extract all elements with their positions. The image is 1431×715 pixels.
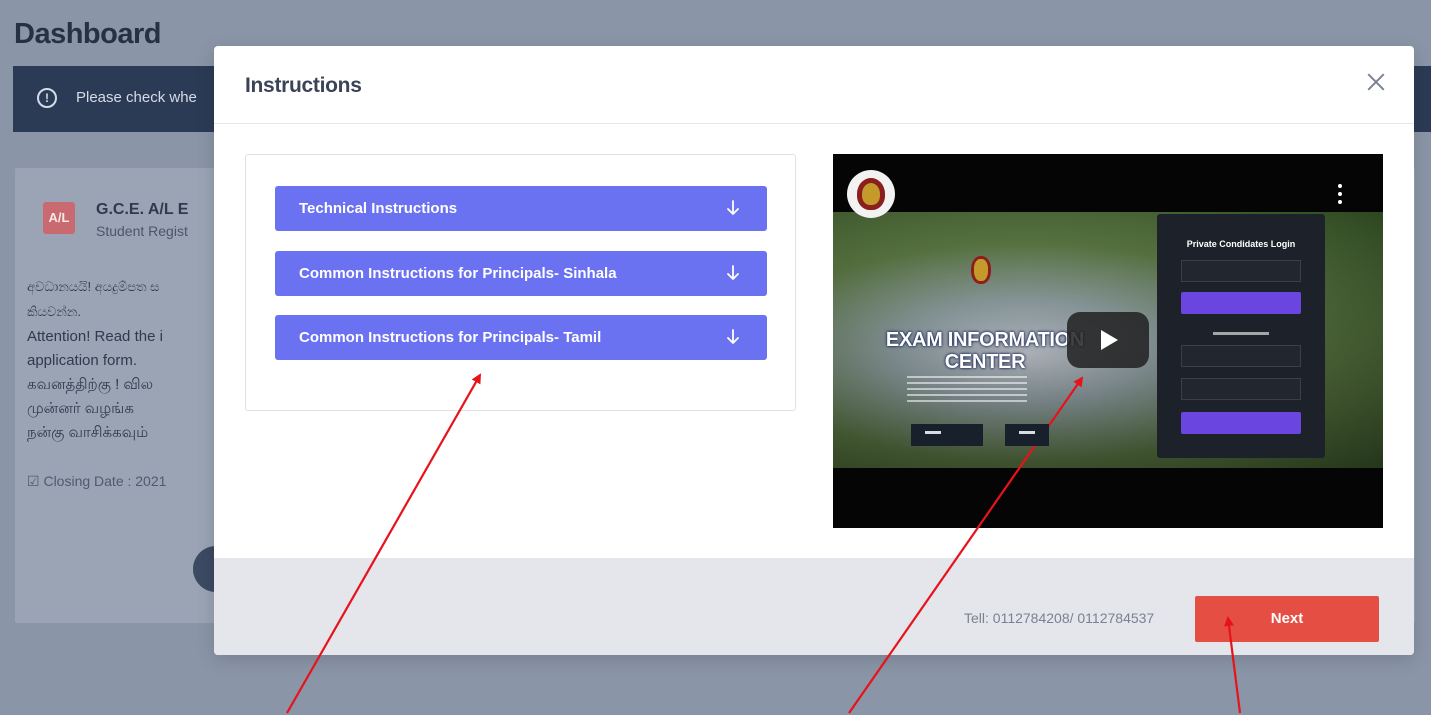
video-thumb-button — [1005, 424, 1049, 446]
video-login-panel: Private Condidates Login — [1157, 214, 1325, 458]
notice-line: application form. — [27, 352, 138, 369]
emblem-icon — [971, 256, 991, 284]
arrow-down-icon — [727, 265, 739, 280]
notice-line: நன்கு வாசிக்கவும் — [27, 424, 149, 441]
contact-phone: Tell: 0112784208/ 0112784537 — [964, 610, 1155, 626]
notice-line: අවධානයයි! අයදුම්පත ස — [27, 279, 160, 294]
notice-line: முன்னர் வழங்க — [27, 400, 134, 417]
info-icon: ! — [37, 88, 57, 108]
instructions-accordion: Technical Instructions Common Instructio… — [245, 154, 796, 411]
exam-subtitle: Student Regist — [96, 223, 188, 239]
modal-footer: Tell: 0112784208/ 0112784537 Next — [214, 558, 1414, 655]
accordion-label: Common Instructions for Principals- Tami… — [299, 329, 602, 346]
arrow-down-icon — [727, 329, 739, 344]
modal-title: Instructions — [245, 74, 362, 97]
play-icon[interactable] — [1067, 312, 1149, 368]
video-panel-field — [1181, 378, 1301, 400]
exam-title: G.C.E. A/L E — [96, 201, 189, 218]
video-panel-button — [1181, 292, 1301, 314]
accordion-principals-sinhala[interactable]: Common Instructions for Principals- Sinh… — [275, 251, 767, 296]
video-panel-button — [1181, 412, 1301, 434]
closing-date: ☑ Closing Date : 2021 — [27, 473, 167, 489]
accordion-label: Technical Instructions — [299, 200, 458, 217]
exam-badge: A/L — [43, 202, 75, 234]
video-panel-field — [1181, 345, 1301, 367]
channel-logo-icon — [847, 170, 895, 218]
close-icon[interactable] — [1362, 68, 1390, 96]
video-thumb-button — [911, 424, 983, 446]
video-description-lines — [907, 376, 1027, 402]
instructions-modal: Instructions Technical Instructions Comm… — [214, 46, 1414, 655]
arrow-down-icon — [727, 200, 739, 215]
notice-line: கவனத்திற்கு ! வில — [27, 376, 154, 393]
accordion-label: Common Instructions for Principals- Sinh… — [299, 265, 617, 282]
notice-line: කියවන්න. — [27, 304, 81, 319]
video-panel-field — [1181, 260, 1301, 282]
video-player[interactable]: EXAM INFORMATION CENTER Private Condidat… — [833, 154, 1383, 528]
modal-header: Instructions — [214, 46, 1414, 124]
alert-text: Please check whe — [76, 89, 197, 106]
next-button[interactable]: Next — [1195, 596, 1379, 642]
notice-line: Attention! Read the i — [27, 328, 163, 345]
accordion-principals-tamil[interactable]: Common Instructions for Principals- Tami… — [275, 315, 767, 360]
page-title: Dashboard — [14, 18, 161, 50]
video-panel-title: Private Condidates Login — [1186, 239, 1296, 249]
more-options-icon[interactable] — [1337, 184, 1343, 208]
closing-date-text: Closing Date : 2021 — [43, 473, 167, 489]
accordion-technical-instructions[interactable]: Technical Instructions — [275, 186, 767, 231]
video-headline: EXAM INFORMATION CENTER — [885, 329, 1085, 373]
video-panel-text — [1213, 332, 1269, 335]
